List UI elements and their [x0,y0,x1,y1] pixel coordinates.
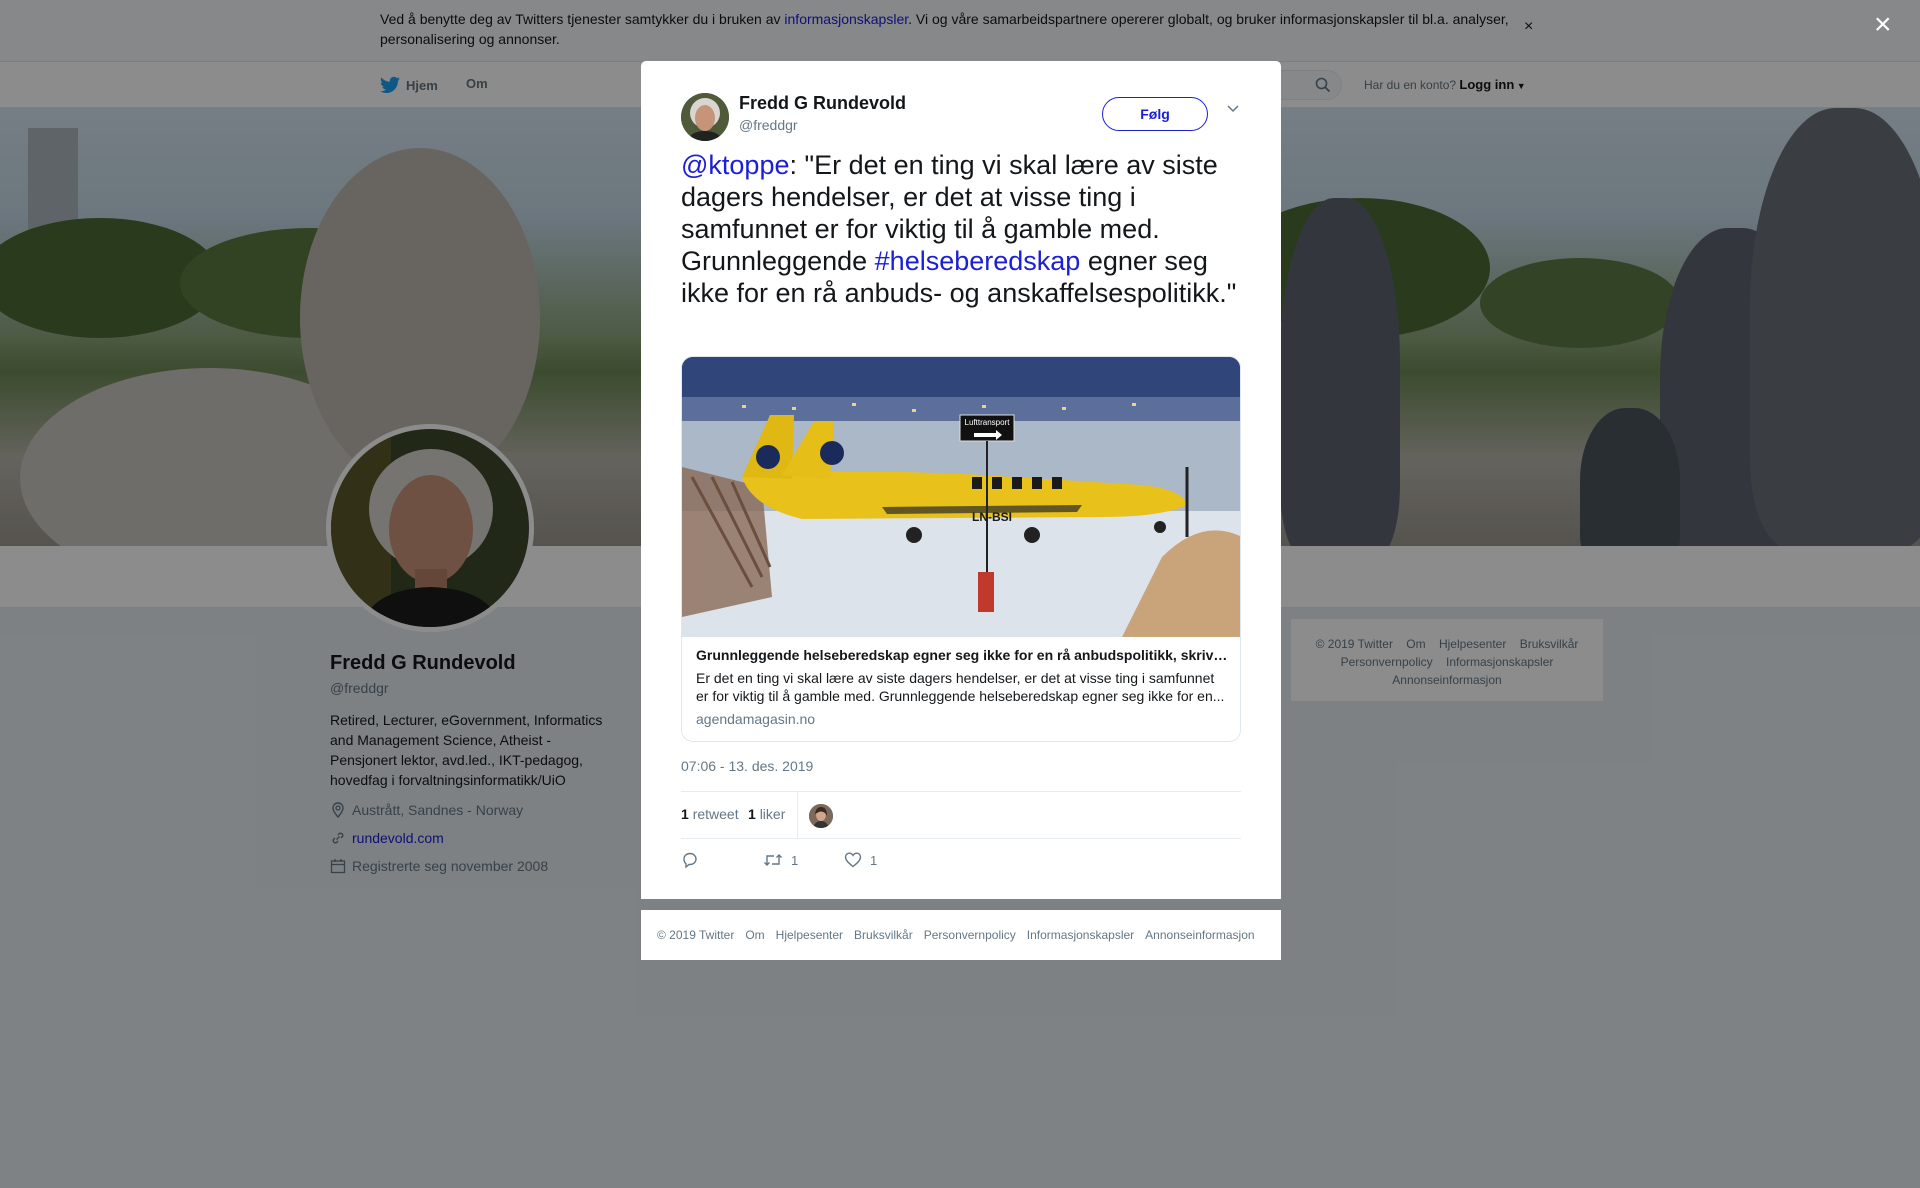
card-description: Er det en ting vi skal lære av siste dag… [696,670,1225,704]
modal-footer-cookies[interactable]: Informasjonskapsler [1027,928,1134,942]
tweet-modal: Fredd G Rundevold @freddgr Følg @ktoppe:… [641,61,1281,899]
chevron-down-icon[interactable] [1226,103,1240,113]
tweet-text: @ktoppe: "Er det en ting vi skal lære av… [681,149,1251,309]
card-sign-text: Lufttransport [965,418,1011,427]
retweet-button[interactable]: 1 [763,851,798,869]
modal-footer-copyright: © 2019 Twitter [657,928,735,942]
retweet-count: 1 [681,806,689,822]
tweet-author-name[interactable]: Fredd G Rundevold [739,93,906,114]
modal-footer: © 2019 Twitter Om Hjelpesenter Bruksvilk… [641,910,1281,960]
modal-footer-ads-info[interactable]: Annonseinformasjon [1145,928,1254,942]
card-domain: agendamagasin.no [696,711,816,727]
modal-footer-privacy[interactable]: Personvernpolicy [924,928,1016,942]
follow-button[interactable]: Følg [1102,97,1208,131]
like-label: liker [759,806,786,822]
reply-button[interactable] [681,851,699,869]
tweet-actions: 1 1 [681,851,1241,881]
link-preview-card[interactable]: Lufttransport LN-BSI Grunnleggende helse… [681,356,1241,742]
mention-link[interactable]: @ktoppe [681,150,789,180]
like-count: 1 [748,806,756,822]
retweet-icon [764,854,782,866]
card-image: Lufttransport LN-BSI [682,357,1240,637]
overlay-close-button[interactable]: × [1874,10,1892,40]
modal-footer-terms[interactable]: Bruksvilkår [854,928,913,942]
tweet-author-avatar[interactable] [681,93,729,141]
like-action-count: 1 [870,852,878,868]
author-photo [681,93,729,141]
retweet-stat[interactable]: 1 retweet [681,806,739,822]
modal-footer-about[interactable]: Om [745,928,764,942]
aircraft-registration: LN-BSI [972,510,1012,524]
reply-icon [683,852,697,869]
retweet-label: retweet [692,806,739,822]
hashtag-link[interactable]: #helseberedskap [875,246,1081,276]
heart-icon [844,852,862,868]
modal-footer-help[interactable]: Hjelpesenter [776,928,843,942]
like-button[interactable]: 1 [844,851,877,869]
card-title: Grunnleggende helseberedskap egner seg i… [696,647,1230,663]
tweet-author-handle[interactable]: @freddgr [739,117,798,133]
stats-divider [797,792,798,839]
like-stat[interactable]: 1 liker [748,806,785,822]
retweet-action-count: 1 [791,852,799,868]
liker-avatar[interactable] [809,804,833,828]
tweet-stats: 1 retweet 1 liker [681,791,1241,839]
tweet-timestamp[interactable]: 07:06 - 13. des. 2019 [681,758,813,774]
